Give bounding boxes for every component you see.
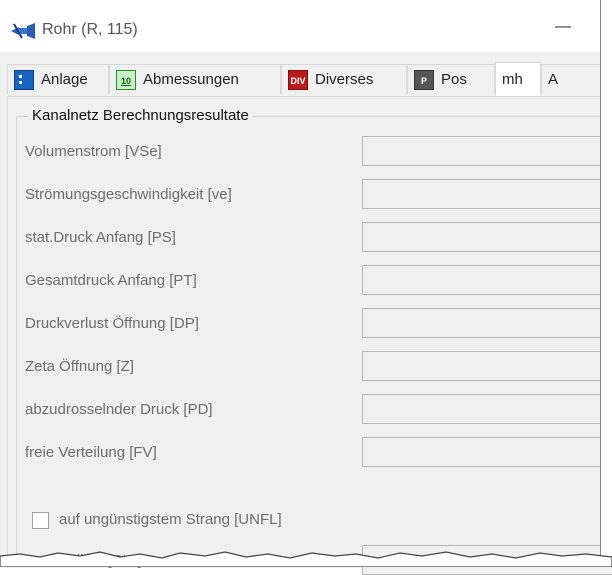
abzudrosselnder-druck-label: abzudrosselnder Druck [PD]	[25, 401, 213, 418]
tab-diverses[interactable]: DIV Diverses	[281, 64, 407, 94]
diverses-icon: DIV	[288, 69, 308, 90]
tab-abmessungen[interactable]: 10 Abmessungen	[109, 64, 281, 94]
title-bar: Rohr (R, 115) —	[0, 0, 600, 52]
pos-icon: P	[414, 69, 434, 90]
gesamtdruck-label: Gesamtdruck Anfang [PT]	[25, 272, 197, 289]
minimize-button[interactable]: —	[548, 18, 578, 40]
freie-verteilung-field[interactable]	[362, 437, 612, 467]
druckverlust-label: Druckverlust Öffnung [DP]	[25, 315, 199, 332]
pipe-icon	[11, 23, 35, 39]
tab-label: Pos	[441, 71, 467, 88]
tab-label: Abmessungen	[143, 71, 239, 88]
abzudrosselnder-druck-field[interactable]	[362, 394, 612, 424]
tab-pos[interactable]: P Pos	[407, 64, 495, 94]
tab-mh[interactable]: mh	[495, 62, 541, 96]
tab-label: Anlage	[41, 71, 88, 88]
anlage-icon	[14, 69, 34, 90]
zeta-label: Zeta Öffnung [Z]	[25, 358, 134, 375]
group-title: Kanalnetz Berechnungsresultate	[28, 107, 253, 124]
stroemungsgeschwindigkeit-label: Strömungsgeschwindigkeit [ve]	[25, 186, 232, 203]
abmessungen-icon: 10	[116, 69, 136, 90]
tab-label: Diverses	[315, 71, 374, 88]
tab-strip: Anlage 10 Abmessungen DIV Diverses P Pos…	[7, 62, 611, 96]
volumenstrom-field[interactable]	[362, 136, 612, 166]
druckverlust-field[interactable]	[362, 308, 612, 338]
unfl-checkbox[interactable]	[32, 512, 49, 529]
stat-druck-label: stat.Druck Anfang [PS]	[25, 229, 176, 246]
torn-bottom-edge	[0, 551, 612, 567]
torn-right-edge	[600, 0, 612, 567]
window-title: Rohr (R, 115)	[42, 21, 138, 38]
volumenstrom-label: Volumenstrom [VSe]	[25, 143, 162, 160]
unfl-checkbox-label: auf ungünstigstem Strang [UNFL]	[59, 511, 282, 528]
tab-anlage[interactable]: Anlage	[7, 64, 109, 94]
tab-label: mh	[502, 71, 523, 88]
freie-verteilung-label: freie Verteilung [FV]	[25, 444, 157, 461]
stat-druck-field[interactable]	[362, 222, 612, 252]
stroemungsgeschwindigkeit-field[interactable]	[362, 179, 612, 209]
gesamtdruck-field[interactable]	[362, 265, 612, 295]
zeta-field[interactable]	[362, 351, 612, 381]
tab-label: A	[548, 71, 559, 88]
